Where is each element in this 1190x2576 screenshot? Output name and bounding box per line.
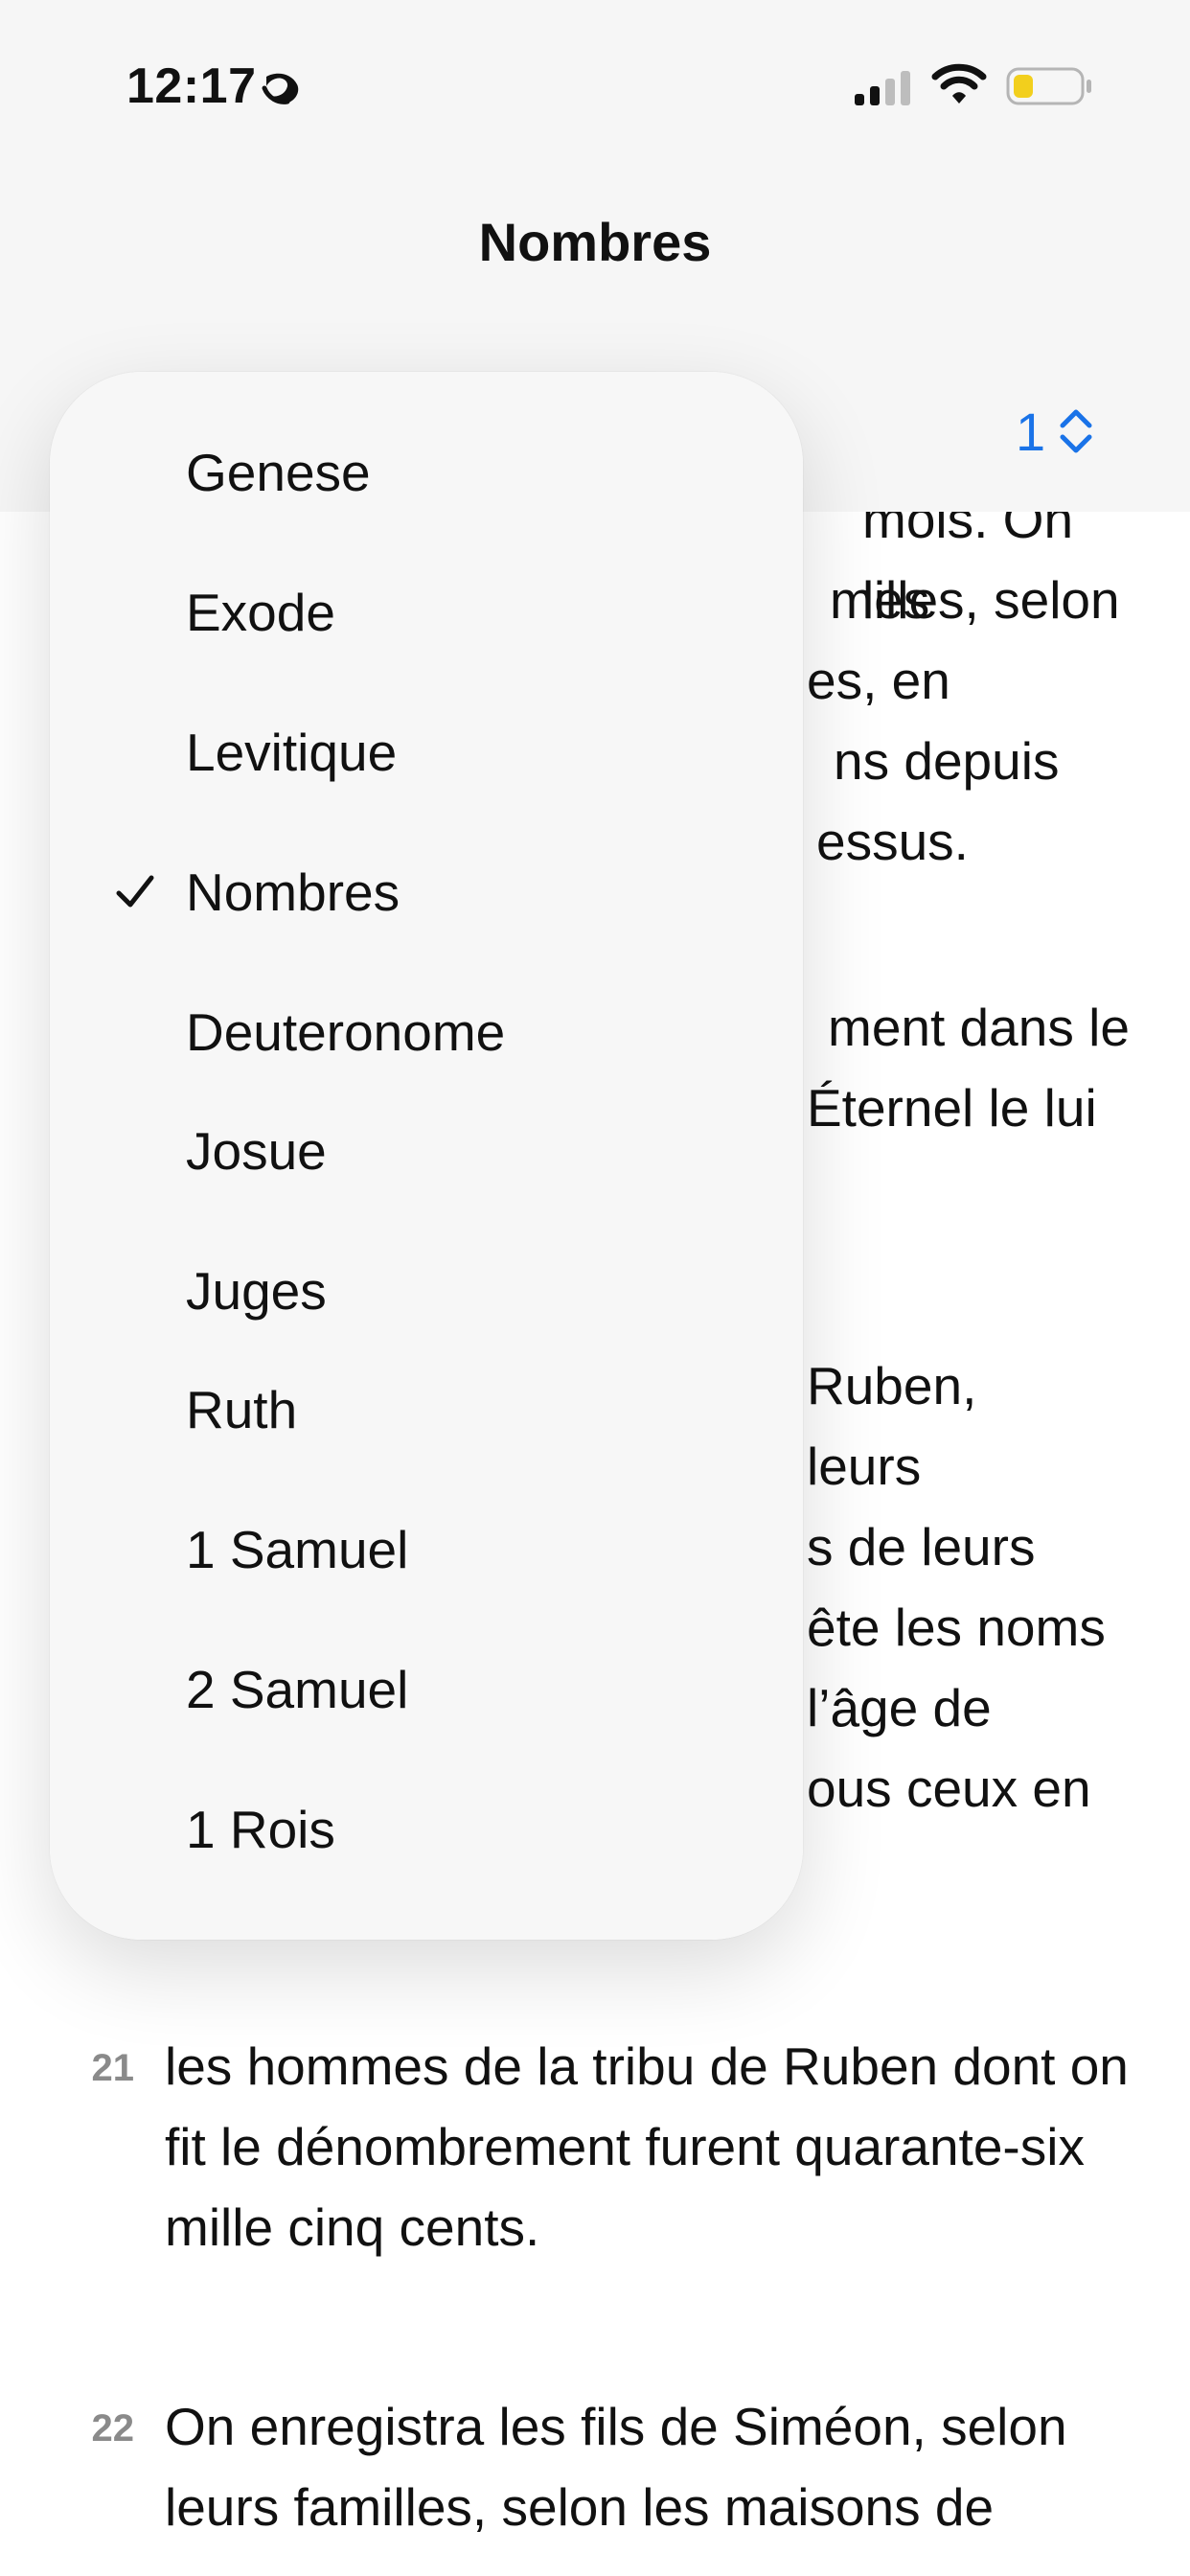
- menu-item-label: Genese: [186, 443, 371, 502]
- menu-item-nombres[interactable]: Nombres: [50, 840, 803, 945]
- menu-item-label: 1 Samuel: [186, 1520, 409, 1579]
- verse-text: les hommes de la tribu de Ruben dont on …: [165, 2036, 1129, 2257]
- menu-item-2-samuel[interactable]: 2 Samuel: [50, 1637, 803, 1742]
- chapter-picker[interactable]: 1: [1016, 393, 1150, 470]
- verse-number: 21: [91, 2047, 135, 2089]
- menu-item-label: 1 Rois: [186, 1800, 335, 1859]
- menu-item-1-rois[interactable]: 1 Rois: [50, 1777, 803, 1882]
- sleep-focus-icon: [262, 73, 299, 104]
- verse-line: leurs: [807, 1437, 922, 1496]
- menu-item-exode[interactable]: Exode: [50, 560, 803, 665]
- verse-line: s de leurs: [807, 1517, 1036, 1576]
- menu-item-label: Nombres: [186, 862, 400, 922]
- menu-item-label: Ruth: [186, 1380, 298, 1439]
- cellular-signal-icon: [855, 71, 910, 105]
- menu-item-label: Josue: [186, 1121, 327, 1181]
- verse-line: Ruben,: [807, 1356, 977, 1415]
- chapter-number: 1: [1016, 401, 1046, 462]
- status-bar: 12:17: [0, 0, 1190, 172]
- verse-line: essus.: [816, 812, 969, 871]
- menu-item-label: Levitique: [186, 723, 398, 782]
- menu-item-levitique[interactable]: Levitique: [50, 700, 803, 805]
- menu-item-josue[interactable]: Josue: [50, 1098, 803, 1204]
- menu-item-label: Deuteronome: [186, 1002, 506, 1062]
- menu-item-genese[interactable]: Genese: [50, 420, 803, 525]
- menu-item-label: 2 Samuel: [186, 1660, 409, 1719]
- verse-text: On enregistra les fils de Siméon, selon …: [165, 2397, 1067, 2537]
- menu-item-label: Exode: [186, 583, 335, 642]
- verse-line: ns depuis: [834, 731, 1060, 791]
- menu-item-juges[interactable]: Juges: [50, 1238, 803, 1344]
- book-dropdown-menu: Genese Exode Levitique Nombres Deuterono…: [50, 372, 803, 1940]
- verse-number: 22: [91, 2407, 135, 2450]
- verse-line: Éternel le lui: [807, 1078, 1097, 1138]
- checkmark-icon: [116, 875, 154, 908]
- verse-line: ment dans le: [828, 998, 1130, 1057]
- page-title: Nombres: [478, 212, 712, 272]
- verse-line: ête les noms: [807, 1598, 1106, 1657]
- wifi-icon: [931, 63, 987, 104]
- menu-item-deuteronome[interactable]: Deuteronome: [50, 979, 803, 1085]
- verse-line: es, en: [807, 651, 950, 710]
- status-time: 12:17: [126, 58, 257, 114]
- verse-line: ous ceux en: [807, 1759, 1091, 1818]
- menu-item-label: Juges: [186, 1261, 327, 1321]
- menu-item-1-samuel[interactable]: 1 Samuel: [50, 1497, 803, 1602]
- menu-item-ruth[interactable]: Ruth: [50, 1357, 803, 1462]
- verse-line: l’âge de: [807, 1678, 992, 1737]
- chevron-up-down-icon: [1060, 409, 1092, 453]
- verse-line: milles, selon: [830, 570, 1120, 630]
- battery-low-icon: [1006, 67, 1091, 105]
